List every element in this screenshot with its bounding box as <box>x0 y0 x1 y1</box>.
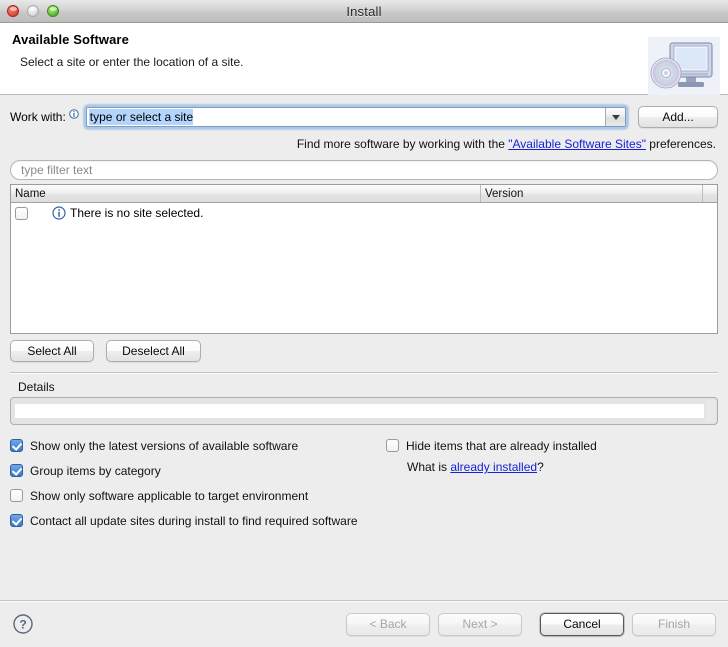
option-label: Show only the latest versions of availab… <box>30 439 298 453</box>
what-is-suffix: ? <box>537 460 544 474</box>
available-sites-hint: Find more software by working with the "… <box>10 137 718 151</box>
window-title: Install <box>0 4 728 19</box>
window-controls <box>7 5 59 17</box>
option-contact-update-sites[interactable]: Contact all update sites during install … <box>10 510 380 531</box>
cancel-button[interactable]: Cancel <box>540 613 624 636</box>
hint-suffix: preferences. <box>646 137 716 151</box>
filter-placeholder: type filter text <box>21 163 92 177</box>
option-checkbox[interactable] <box>10 464 23 477</box>
chevron-down-icon[interactable] <box>605 108 625 126</box>
column-header-pad <box>703 185 717 202</box>
options-right-column: Hide items that are already installed Wh… <box>380 435 718 535</box>
svg-text:?: ? <box>19 618 26 632</box>
option-checkbox[interactable] <box>386 439 399 452</box>
add-site-button[interactable]: Add... <box>638 106 718 128</box>
option-hide-already-installed[interactable]: Hide items that are already installed <box>386 435 718 456</box>
option-applicable-target-environment[interactable]: Show only software applicable to target … <box>10 485 380 506</box>
work-with-value: type or select a site <box>89 109 193 125</box>
table-row[interactable]: There is no site selected. <box>11 203 717 223</box>
available-software-sites-link[interactable]: "Available Software Sites" <box>508 137 646 151</box>
table-header: Name Version <box>11 185 717 203</box>
zoom-button[interactable] <box>47 5 59 17</box>
details-box[interactable] <box>10 397 718 425</box>
work-with-input[interactable]: type or select a site <box>87 108 605 126</box>
computer-disc-icon <box>648 37 720 95</box>
selection-buttons: Select All Deselect All <box>10 340 718 362</box>
option-show-latest-versions[interactable]: Show only the latest versions of availab… <box>10 435 380 456</box>
row-name: There is no site selected. <box>70 206 203 220</box>
option-checkbox[interactable] <box>10 514 23 527</box>
info-icon <box>52 206 66 220</box>
what-is-prefix: What is <box>407 460 450 474</box>
help-question-icon[interactable]: ? <box>12 613 34 635</box>
wizard-footer: ? < Back Next > Cancel Finish <box>0 600 728 647</box>
software-table[interactable]: Name Version There is no site selected. <box>10 184 718 334</box>
divider <box>10 372 718 374</box>
back-button[interactable]: < Back <box>346 613 430 636</box>
work-with-row: Work with: type or select a site <box>10 103 718 131</box>
next-button[interactable]: Next > <box>438 613 522 636</box>
deselect-all-button[interactable]: Deselect All <box>106 340 201 362</box>
work-with-combo[interactable]: type or select a site <box>84 105 628 129</box>
wizard-banner: Available Software Select a site or ente… <box>0 23 728 95</box>
option-label: Contact all update sites during install … <box>30 514 358 528</box>
work-with-combo-inner[interactable]: type or select a site <box>86 107 626 127</box>
close-button[interactable] <box>7 5 19 17</box>
finish-button[interactable]: Finish <box>632 613 716 636</box>
details-label: Details <box>10 380 718 394</box>
filter-input[interactable]: type filter text <box>10 160 718 180</box>
install-wizard-window: Install Available Software Select a site… <box>0 0 728 647</box>
details-scrollbar[interactable] <box>706 400 715 422</box>
already-installed-link[interactable]: already installed <box>450 460 537 474</box>
what-is-already-installed: What is already installed? <box>386 460 718 474</box>
option-group-by-category[interactable]: Group items by category <box>10 460 380 481</box>
table-body: There is no site selected. <box>11 203 717 333</box>
option-label: Show only software applicable to target … <box>30 489 308 503</box>
options-area: Show only the latest versions of availab… <box>10 435 718 535</box>
select-all-button[interactable]: Select All <box>10 340 94 362</box>
option-label: Group items by category <box>30 464 161 478</box>
row-checkbox[interactable] <box>15 207 28 220</box>
minimize-button[interactable] <box>27 5 39 17</box>
title-bar: Install <box>0 0 728 23</box>
page-title: Available Software <box>12 32 716 47</box>
details-text[interactable] <box>15 404 704 418</box>
option-checkbox[interactable] <box>10 489 23 502</box>
option-checkbox[interactable] <box>10 439 23 452</box>
wizard-body: Work with: type or select a site <box>0 95 728 600</box>
column-header-name[interactable]: Name <box>11 185 481 202</box>
hint-prefix: Find more software by working with the <box>297 137 508 151</box>
column-header-version[interactable]: Version <box>481 185 703 202</box>
options-left-column: Show only the latest versions of availab… <box>10 435 380 535</box>
work-with-label: Work with: <box>10 110 66 124</box>
option-label: Hide items that are already installed <box>406 439 597 453</box>
info-icon <box>69 108 79 118</box>
page-subtitle: Select a site or enter the location of a… <box>20 55 716 69</box>
